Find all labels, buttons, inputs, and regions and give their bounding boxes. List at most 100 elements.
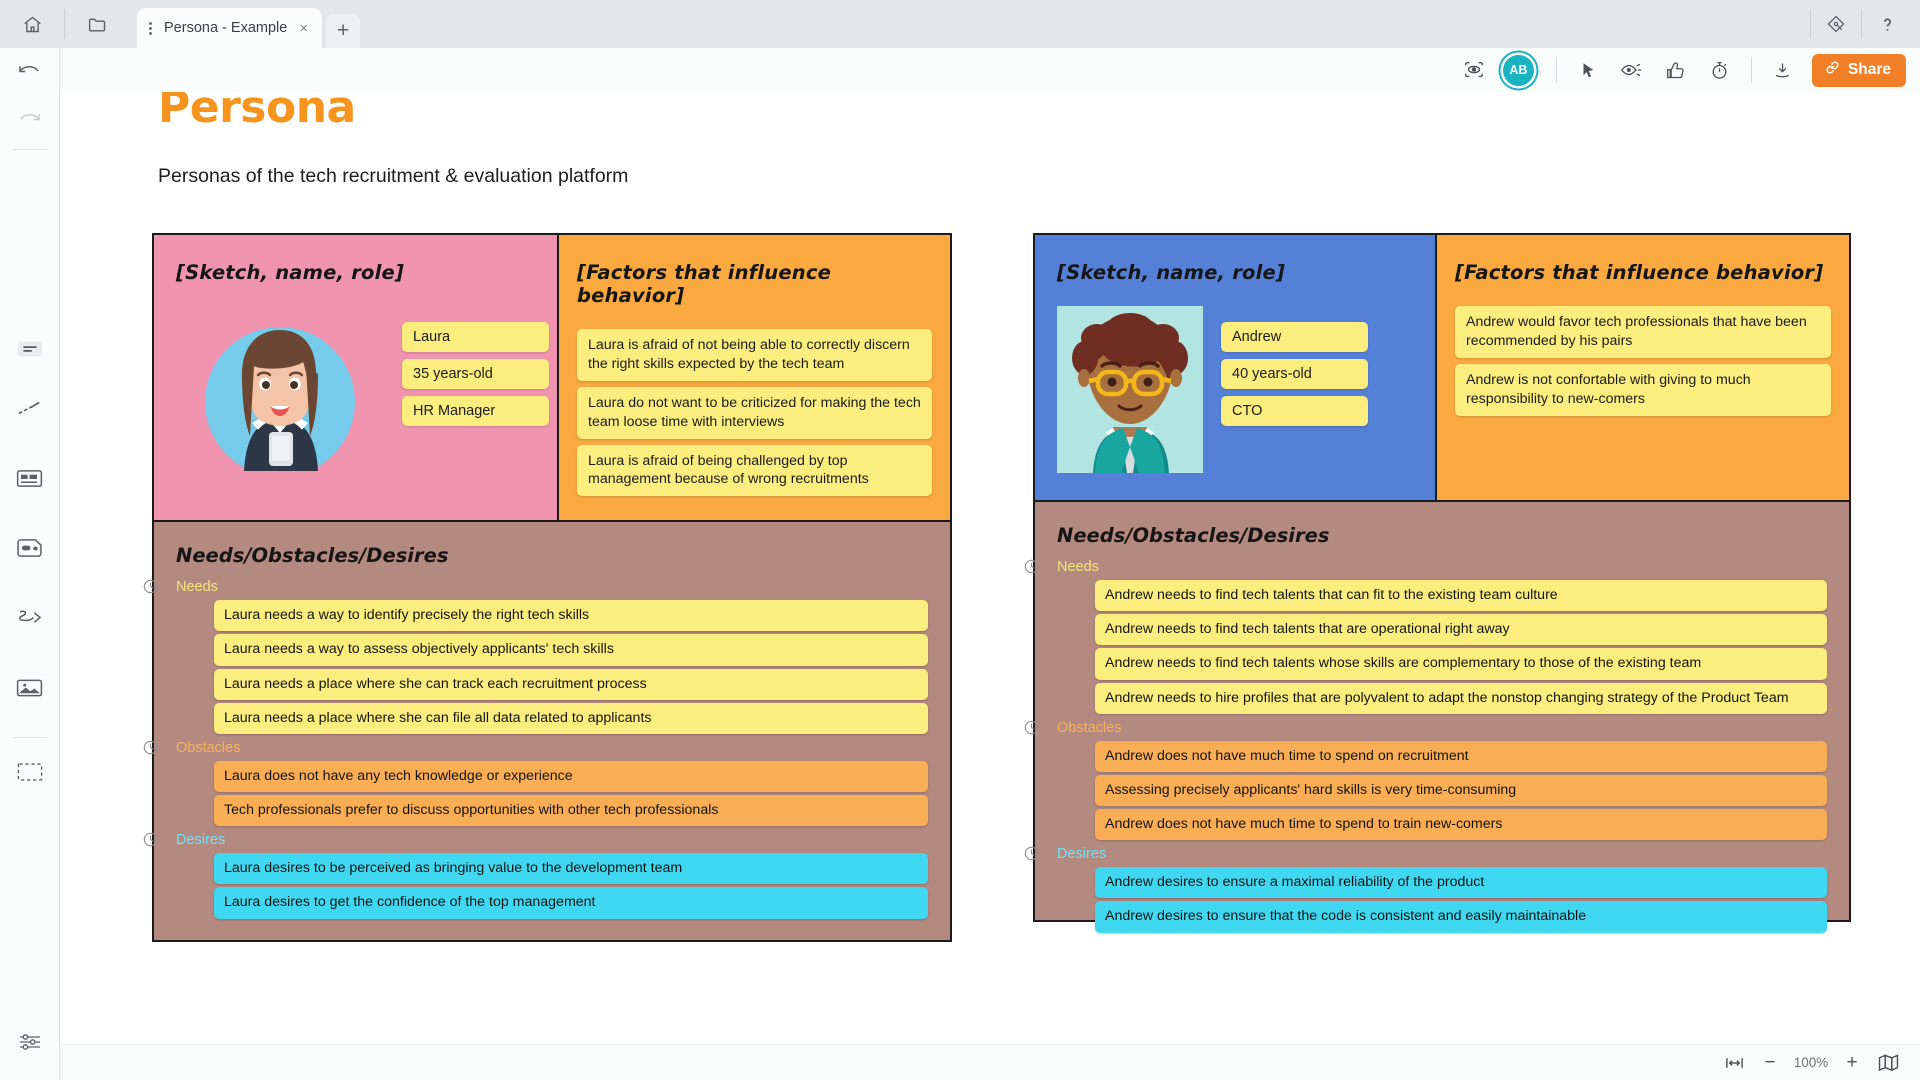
image-icon[interactable]: [7, 653, 53, 723]
note-obstacle[interactable]: Andrew does not have much time to spend …: [1095, 740, 1827, 772]
identity-notes: Laura 35 years-old HR Manager: [402, 306, 549, 426]
eye-trail-icon[interactable]: [1611, 49, 1653, 91]
persona-name[interactable]: Laura: [402, 322, 549, 352]
note-obstacle[interactable]: Assessing precisely applicants' hard ski…: [1095, 774, 1827, 807]
fit-width-icon[interactable]: [1718, 1048, 1750, 1078]
clock-icon[interactable]: [1024, 720, 1039, 735]
page-title: Persona: [158, 92, 356, 133]
note-desire[interactable]: Andrew desires to ensure that the code i…: [1095, 901, 1827, 933]
divider: [1750, 57, 1752, 83]
timer-icon[interactable]: [1699, 49, 1741, 91]
persona-top-row: [Sketch, name, role]: [1033, 233, 1851, 502]
factor-note[interactable]: Andrew is not confortable with giving to…: [1455, 363, 1831, 416]
cursor-pointer-icon[interactable]: [1567, 49, 1609, 91]
factors-heading: [Factors that influence behavior]: [577, 261, 832, 307]
group-label-desires: Desires: [1024, 846, 1827, 862]
note-need[interactable]: Andrew needs to hire profiles that are p…: [1095, 682, 1827, 714]
canvas-area[interactable]: Persona Personas of the tech recruitment…: [60, 92, 1920, 1044]
note-need[interactable]: Laura needs a place where she can file a…: [214, 702, 928, 734]
freehand-icon[interactable]: [7, 583, 53, 653]
share-button[interactable]: Share: [1811, 53, 1906, 87]
label-text: Needs: [1057, 559, 1099, 575]
status-bar: − 100% +: [60, 1044, 1920, 1080]
left-sidebar: [0, 48, 60, 1080]
label-text: Obstacles: [1057, 719, 1122, 736]
zoom-in-button[interactable]: +: [1836, 1048, 1868, 1078]
identity-notes: Andrew 40 years-old CTO: [1221, 306, 1368, 426]
user-avatar[interactable]: AB: [1502, 54, 1534, 86]
line-icon[interactable]: [7, 373, 53, 443]
redo-icon[interactable]: [7, 96, 53, 144]
clock-icon[interactable]: [1024, 846, 1039, 861]
factors-heading: [Factors that influence behavior]: [1455, 261, 1824, 284]
browser-top-bar: Persona - Example × +: [0, 0, 1920, 48]
desires-list: Laura desires to be perceived as bringin…: [214, 853, 928, 919]
folder-icon[interactable]: [65, 0, 129, 48]
card-icon[interactable]: [7, 443, 53, 513]
document-tab[interactable]: Persona - Example ×: [137, 8, 323, 48]
sticky-note-icon[interactable]: [7, 325, 53, 373]
persona-age[interactable]: 35 years-old: [402, 359, 549, 389]
settings-sliders-icon[interactable]: [7, 1018, 53, 1066]
persona-role[interactable]: HR Manager: [402, 396, 549, 426]
close-icon[interactable]: ×: [295, 21, 312, 36]
canvas-toolbar: AB Share: [60, 48, 1920, 92]
new-tab-button[interactable]: +: [326, 14, 361, 48]
factor-note[interactable]: Laura do not want to be criticized for m…: [577, 386, 932, 439]
note-need[interactable]: Laura needs a way to identify precisely …: [214, 600, 928, 632]
help-question-icon[interactable]: [1864, 0, 1910, 48]
tab-menu-icon[interactable]: [145, 21, 156, 35]
note-obstacle[interactable]: Tech professionals prefer to discuss opp…: [214, 795, 928, 827]
group-label-obstacles: Obstacles: [1024, 719, 1827, 736]
tab-title: Persona - Example: [164, 20, 288, 36]
label-text: Desires: [176, 832, 226, 849]
zoom-out-button[interactable]: −: [1754, 1048, 1786, 1078]
note-need[interactable]: Laura needs a place where she can track …: [214, 668, 928, 700]
clock-icon[interactable]: [143, 579, 158, 594]
factor-note[interactable]: Laura is afraid of not being able to cor…: [577, 329, 932, 381]
minimap-icon[interactable]: [1872, 1048, 1904, 1078]
clock-icon[interactable]: [143, 740, 158, 755]
note-desire[interactable]: Laura desires to get the confidence of t…: [214, 887, 928, 919]
label-text: Needs: [176, 579, 218, 596]
label-text: Obstacles: [176, 739, 241, 756]
nod-heading: Needs/Obstacles/Desires: [1057, 524, 1330, 547]
factor-note[interactable]: Andrew would favor tech professionals th…: [1455, 306, 1831, 358]
group-label-desires: Desires: [143, 832, 928, 849]
note-need[interactable]: Laura needs a way to assess objectively …: [214, 634, 928, 666]
download-icon[interactable]: [1762, 49, 1804, 91]
link-icon: [1824, 59, 1841, 81]
desires-list: Andrew desires to ensure a maximal relia…: [1095, 867, 1827, 933]
note-need[interactable]: Andrew needs to find tech talents that c…: [1095, 580, 1827, 612]
persona-age[interactable]: 40 years-old: [1221, 359, 1368, 389]
frame-icon[interactable]: [7, 743, 53, 801]
divider: [12, 149, 47, 150]
persona-board-laura[interactable]: [Sketch, name, role] Laura 35 years-old …: [143, 233, 952, 943]
tag-icon[interactable]: [7, 513, 53, 583]
share-label: Share: [1847, 61, 1891, 78]
factor-note[interactable]: Laura is afraid of being challenged by t…: [577, 444, 932, 497]
thumbs-up-icon[interactable]: [1655, 49, 1697, 91]
note-obstacle[interactable]: Laura does not have any tech knowledge o…: [214, 760, 928, 793]
note-obstacle[interactable]: Andrew does not have much time to spend …: [1095, 809, 1827, 841]
diamond-icon[interactable]: [1813, 0, 1859, 48]
undo-icon[interactable]: [7, 48, 53, 96]
zoom-level: 100%: [1793, 1055, 1829, 1070]
persona-board-andrew[interactable]: [Sketch, name, role] Andrew 40 years-old…: [1024, 233, 1851, 933]
persona-name[interactable]: Andrew: [1221, 322, 1368, 352]
persona-role[interactable]: CTO: [1221, 396, 1368, 426]
factors-pane: [Factors that influence behavior] Laura …: [557, 235, 950, 521]
topbar-right-group: [1810, 0, 1920, 48]
sketch-pane: [Sketch, name, role]: [1035, 235, 1435, 500]
note-need[interactable]: Andrew needs to find tech talents that a…: [1095, 614, 1827, 646]
persona-top-row: [Sketch, name, role]: [152, 233, 952, 523]
note-need[interactable]: Andrew needs to find tech talents whose …: [1095, 648, 1827, 680]
presentation-frame-icon[interactable]: [1453, 49, 1495, 91]
clock-icon[interactable]: [1024, 559, 1039, 574]
divider: [12, 737, 47, 738]
note-desire[interactable]: Laura desires to be perceived as bringin…: [214, 853, 928, 885]
clock-icon[interactable]: [143, 832, 158, 847]
note-desire[interactable]: Andrew desires to ensure a maximal relia…: [1095, 867, 1827, 899]
home-icon[interactable]: [0, 0, 64, 48]
sketch-pane: [Sketch, name, role]: [154, 235, 557, 521]
